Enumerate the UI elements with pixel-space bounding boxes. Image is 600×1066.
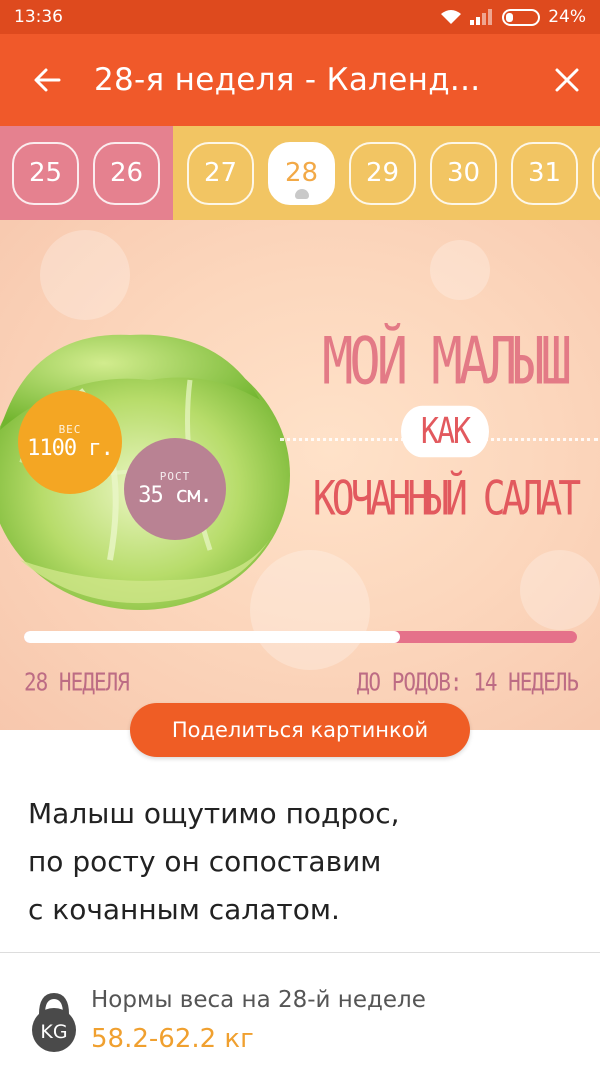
week-pill-31[interactable]: 31 xyxy=(511,141,578,205)
week-pill-label: 28 xyxy=(284,158,319,188)
headline-line1: МОЙ МАЛЫШ xyxy=(322,324,572,400)
week-pill-27[interactable]: 27 xyxy=(187,141,254,205)
bokeh-light xyxy=(520,550,600,630)
headline-line2: КАК xyxy=(400,405,490,458)
section-divider xyxy=(0,952,600,953)
weight-label: ВЕС xyxy=(58,423,82,436)
pregnancy-progress-bar xyxy=(24,631,577,643)
kettlebell-icon: KG xyxy=(32,992,76,1052)
bokeh-light xyxy=(40,230,130,320)
weight-value: 1100 г. xyxy=(27,436,114,461)
status-icons: 24% xyxy=(440,7,586,27)
page-title: 28-я неделя - Календ... xyxy=(94,62,481,98)
week-description: Малыш ощутимо подрос, по росту он сопост… xyxy=(28,790,578,934)
comparison-headline: МОЙ МАЛЫШ КАК КОЧАННЫЙ САЛАТ xyxy=(280,325,598,526)
battery-icon xyxy=(502,8,541,26)
week-pill-26[interactable]: 26 xyxy=(93,141,160,205)
description-line: по росту он сопоставим xyxy=(28,845,382,878)
weight-norm-value: 58.2-62.2 кг xyxy=(91,1024,254,1054)
height-badge: РОСТ 35 см. xyxy=(124,438,226,540)
height-label: РОСТ xyxy=(159,470,191,483)
remaining-weeks-label: ДО РОДОВ: 14 НЕДЕЛЬ xyxy=(356,667,579,697)
week-pill-30[interactable]: 30 xyxy=(430,141,497,205)
week-pill-partial[interactable] xyxy=(592,141,600,205)
headline-line2-row: КАК xyxy=(280,405,598,470)
close-icon xyxy=(555,68,579,92)
wifi-icon xyxy=(441,10,462,24)
app-bar: 28-я неделя - Календ... xyxy=(0,34,600,126)
baby-icon xyxy=(294,188,309,199)
share-image-button[interactable]: Поделиться картинкой xyxy=(130,703,470,757)
week-pill-25[interactable]: 25 xyxy=(12,141,79,205)
signal-icon xyxy=(470,9,493,25)
weight-norm-title: Нормы веса на 28-й неделе xyxy=(91,987,426,1013)
description-line: с кочанным салатом. xyxy=(28,893,340,926)
close-button[interactable] xyxy=(534,34,600,126)
kg-icon-text: KG xyxy=(40,1021,67,1043)
past-weeks: 25 26 xyxy=(0,126,173,220)
week-illustration: ВЕС 1100 г. РОСТ 35 см. МОЙ МАЛЫШ КАК КО… xyxy=(0,220,600,730)
current-week-label: 28 НЕДЕЛЯ xyxy=(24,667,130,697)
status-bar: 13:36 24% xyxy=(0,0,600,34)
status-time: 13:36 xyxy=(14,7,63,27)
week-pill-28-current[interactable]: 28 xyxy=(268,141,335,205)
pregnancy-progress-fill xyxy=(24,631,401,643)
headline-line3: КОЧАННЫЙ САЛАТ xyxy=(312,470,581,526)
week-pill-29[interactable]: 29 xyxy=(349,141,416,205)
arrow-left-icon xyxy=(34,68,61,92)
weight-badge: ВЕС 1100 г. xyxy=(18,390,122,494)
height-value: 35 см. xyxy=(138,483,212,508)
description-line: Малыш ощутимо подрос, xyxy=(28,797,400,830)
battery-percent: 24% xyxy=(548,7,586,27)
back-button[interactable] xyxy=(0,34,94,126)
bokeh-light xyxy=(430,240,490,300)
week-selector: 25 26 27 28 29 30 31 xyxy=(0,126,600,220)
future-weeks: 27 28 29 30 31 xyxy=(173,126,600,220)
